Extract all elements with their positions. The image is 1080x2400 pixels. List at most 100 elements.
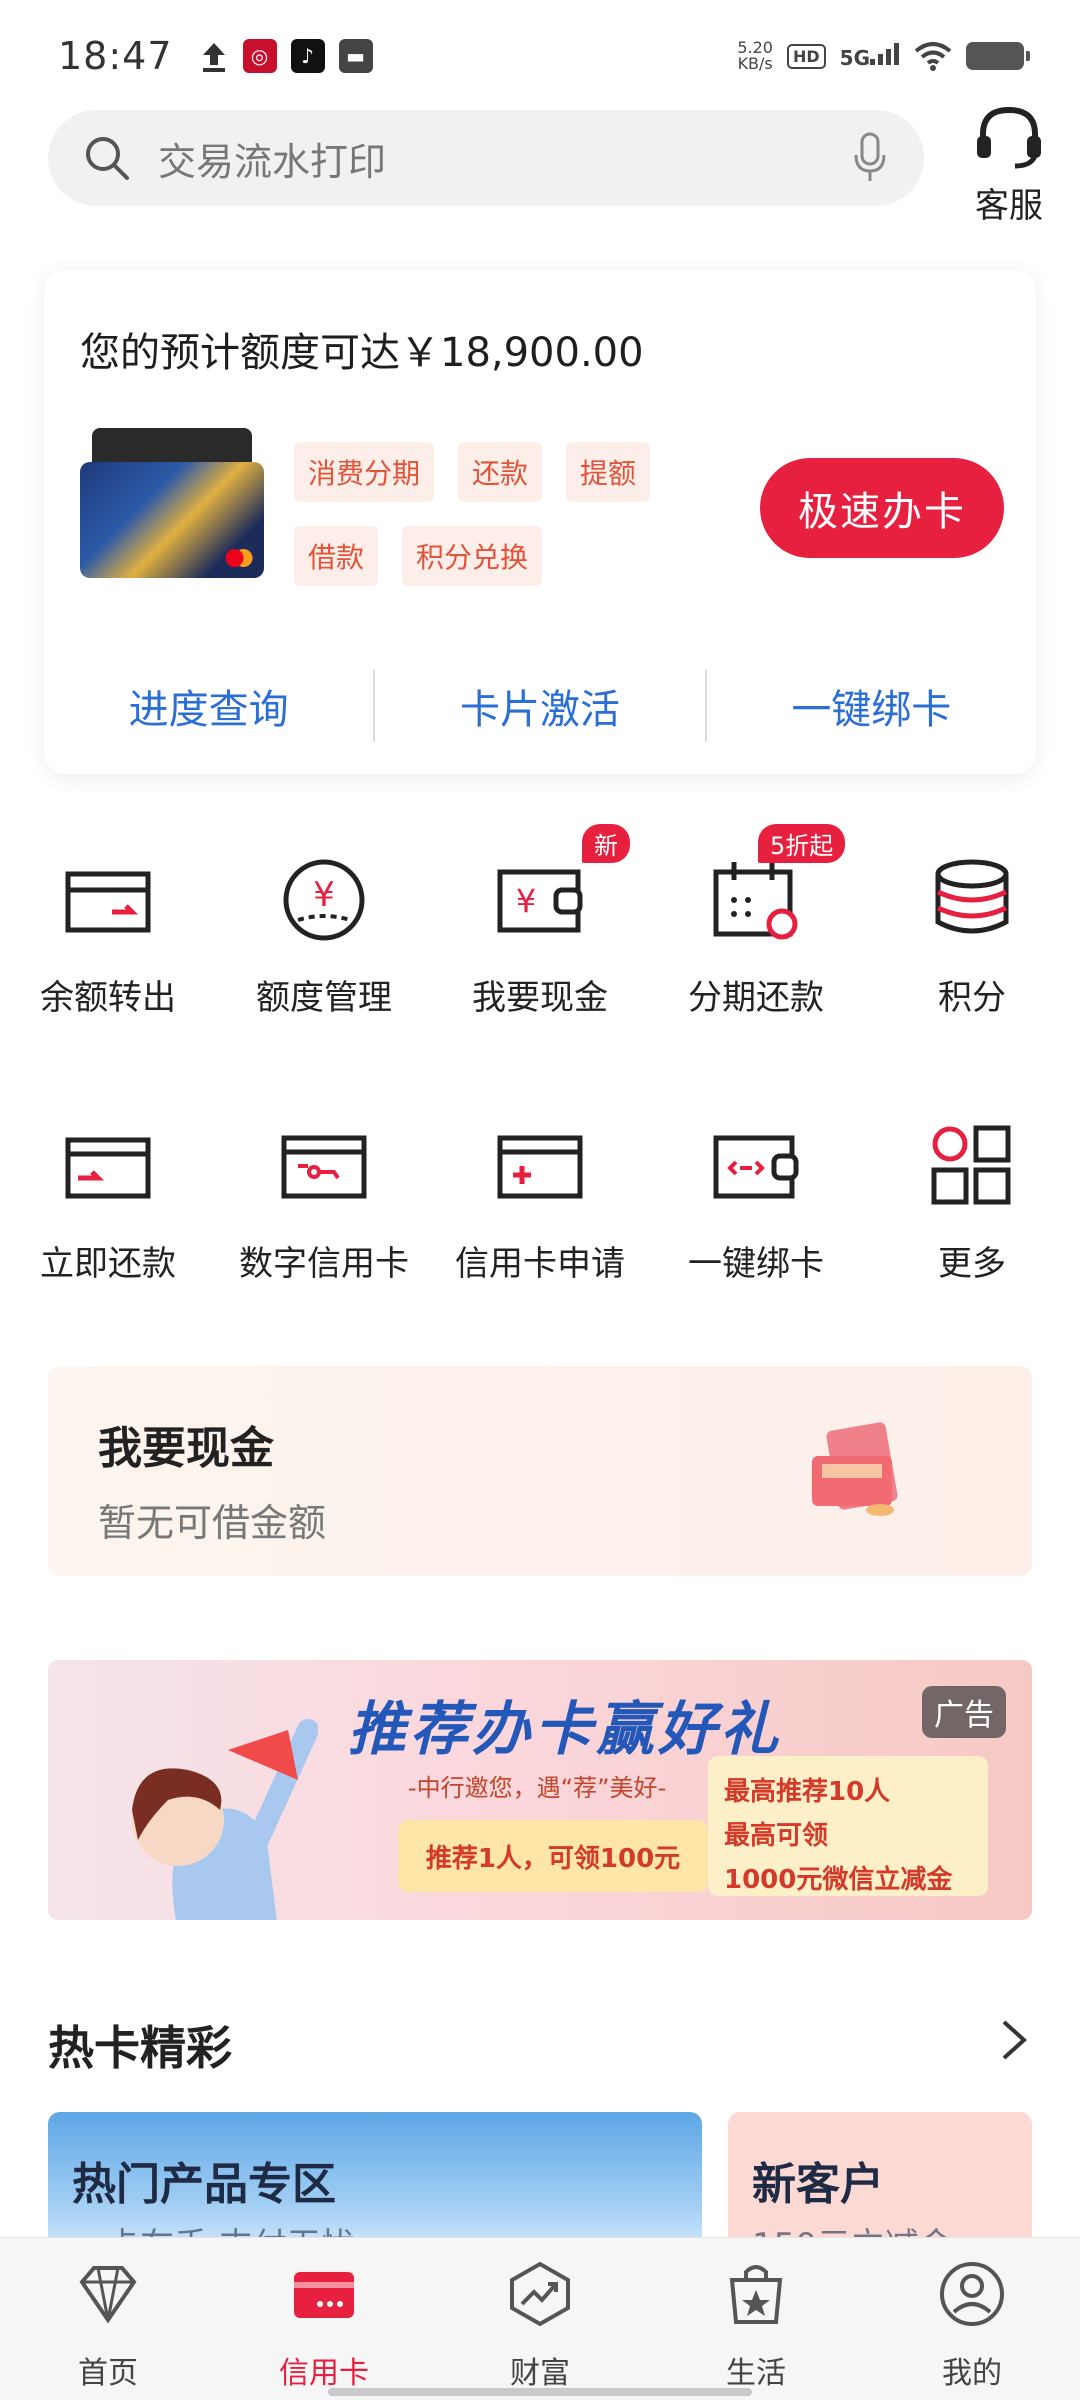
grid-label: 信用卡申请 [455,1244,625,1284]
hot-card-title: 新客户 [752,2159,884,2210]
home-indicator[interactable] [328,2388,752,2396]
banner-subtitle: -中行邀您，遇“荐”美好- [408,1774,667,1802]
grid-label: 一键绑卡 [688,1244,824,1284]
search-icon [86,137,129,180]
cash-card[interactable]: 我要现金 暂无可借金额 [48,1366,1032,1576]
battery-icon [966,42,1030,70]
headset-icon [977,106,1041,169]
nav-label: 我的 [942,2356,1002,2391]
tag-installment[interactable]: 消费分期 [294,442,435,502]
hot-cards-title: 热卡精彩 [48,2021,232,2075]
hd-icon: HD [786,43,826,69]
banner-title: 推荐办卡赢好礼 [348,1695,783,1763]
grid-label: 额度管理 [256,978,392,1018]
search-bar[interactable]: 交易流水打印 [48,110,924,206]
nav-credit-card[interactable]: 信用卡 [216,2238,432,2400]
banner-max-reward: 最高推荐10人 最高可领 1000元微信立减金 [708,1756,988,1896]
card-repay-icon [65,1137,151,1199]
nav-wealth[interactable]: 财富 [432,2238,648,2400]
grid-item-balance-transfer[interactable]: 余额转出 [0,820,216,1086]
svg-text:¥: ¥ [313,875,335,915]
digital-card-icon [281,1135,367,1199]
more-grid-icon [931,1125,1011,1205]
wifi-icon [914,42,952,71]
nav-home[interactable]: 首页 [0,2238,216,2400]
new-badge: 新 [582,824,630,863]
cash-wallet-icon: ¥ [497,869,583,933]
grid-item-card-apply[interactable]: 信用卡申请 [432,1086,648,1352]
grid-label: 立即还款 [40,1244,176,1284]
progress-query-link[interactable]: 进度查询 [44,677,373,735]
shopping-bag-icon [729,2265,783,2324]
nav-label: 生活 [726,2356,786,2391]
grid-item-digital-card[interactable]: 数字信用卡 [216,1086,432,1352]
diamond-icon [79,2266,137,2324]
credit-limit-title: 您的预计额度可达￥18,900.00 [80,330,644,376]
search-input[interactable]: 交易流水打印 [158,131,852,186]
grid-item-installment-repay[interactable]: 5折起 分期还款 [648,820,864,1086]
tag-borrow[interactable]: 借款 [294,526,379,586]
card-link-icon [713,1135,799,1199]
grid-label: 余额转出 [40,978,176,1018]
coins-stack-icon [935,859,1009,934]
apply-card-button[interactable]: 极速办卡 [760,458,1004,558]
person-illustration [132,1719,318,1920]
card-links: 进度查询 卡片激活 一键绑卡 [44,670,1036,742]
grid-item-limit-management[interactable]: ¥ 额度管理 [216,820,432,1086]
bottom-nav: 首页 信用卡 财富 生活 我的 [0,2238,1080,2400]
nav-label: 信用卡 [279,2356,369,2391]
credit-card-icon [294,2272,354,2318]
boc-app-icon: ◎ [242,39,277,73]
banner-reward: 推荐1人，可领100元 [398,1820,708,1892]
network-speed: 5.20 KB/s [737,38,773,73]
profile-icon [940,2262,1004,2326]
signal-5g-icon: 5G [840,42,900,70]
tag-limit-raise[interactable]: 提额 [566,442,651,502]
ad-badge: 广告 [922,1686,1006,1738]
wealth-chart-icon [510,2261,570,2327]
grid-item-repay-now[interactable]: 立即还款 [0,1086,216,1352]
grid-label: 分期还款 [688,978,824,1018]
yuan-gauge-icon: ¥ [283,859,365,941]
grid-item-more[interactable]: 更多 [864,1086,1080,1352]
upload-icon [202,43,225,72]
microphone-icon[interactable] [852,131,888,185]
grid-item-bind-card[interactable]: 一键绑卡 [648,1086,864,1352]
grid-label: 积分 [938,978,1006,1018]
customer-service-button[interactable]: 客服 [954,104,1064,227]
grid-item-points[interactable]: 积分 [864,820,1080,1086]
svg-text:¥: ¥ [516,882,536,920]
tiktok-app-icon: ♪ [290,39,325,73]
grid-item-cash[interactable]: ¥ 新 我要现金 [432,820,648,1086]
card-apply-icon [497,1135,583,1199]
notification-icons: ◎ ♪ ▬ [199,39,373,73]
cash-title: 我要现金 [98,1423,274,1474]
nav-label: 财富 [510,2356,570,2391]
nav-mine[interactable]: 我的 [864,2238,1080,2400]
function-grid: 余额转出 ¥ 额度管理 ¥ 新 我要现金 5折起 分期还款 积分 立即还款 数字… [0,820,1080,1352]
tag-repay[interactable]: 还款 [458,442,543,502]
tag-points-exchange[interactable]: 积分兑换 [402,526,543,586]
credit-card-panel: 您的预计额度可达￥18,900.00 消费分期 还款 提额 借款 积分兑换 极速… [44,270,1036,774]
grid-label: 更多 [938,1244,1006,1284]
customer-service-label: 客服 [975,186,1043,226]
grid-label: 数字信用卡 [239,1244,409,1284]
status-time: 18:47 [58,34,173,78]
status-right: 5.20 KB/s HD 5G [737,38,1030,73]
promo-banner[interactable]: 推荐办卡赢好礼 -中行邀您，遇“荐”美好- 推荐1人，可领100元 最高推荐10… [48,1660,1032,1920]
discount-badge: 5折起 [758,824,846,863]
cash-subtitle: 暂无可借金额 [98,1501,327,1545]
wallet-transfer-icon [65,871,151,933]
money-stack-icon [812,1422,898,1516]
nav-life[interactable]: 生活 [648,2238,864,2400]
card-activate-link[interactable]: 卡片激活 [375,677,704,735]
message-app-icon: ▬ [338,39,373,73]
chevron-right-icon[interactable] [1000,2018,1028,2062]
card-image[interactable] [80,462,264,578]
nav-label: 首页 [78,2356,138,2391]
hot-card-title: 热门产品专区 [72,2159,336,2210]
bind-card-link[interactable]: 一键绑卡 [707,677,1036,735]
grid-label: 我要现金 [472,978,608,1018]
status-bar: 18:47 ◎ ♪ ▬ 5.20 KB/s HD 5G [0,0,1080,112]
calendar-installment-icon [713,862,798,940]
